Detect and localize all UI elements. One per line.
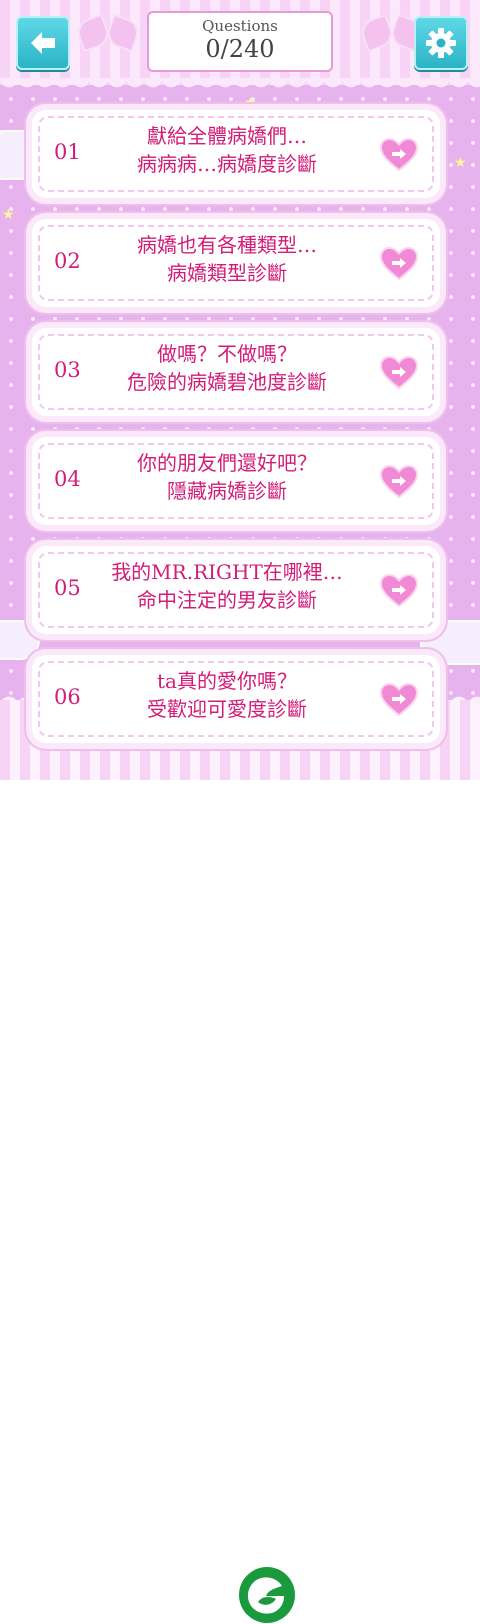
heart-arrow-icon[interactable]	[380, 138, 418, 172]
quiz-title-line1: 做嗎？不做嗎？	[157, 342, 297, 366]
counter-label: Questions	[202, 17, 278, 35]
quiz-number: 03	[54, 358, 81, 382]
quiz-title: 我的MR.RIGHT在哪裡… 命中注定的男友診斷	[92, 558, 362, 614]
quiz-title: ta真的愛你嗎？ 受歡迎可愛度診斷	[92, 667, 362, 723]
ribbon-bow-left	[78, 12, 138, 52]
heart-arrow-icon[interactable]	[380, 465, 418, 499]
quiz-card-01[interactable]: 01 獻給全體病嬌們… 病病病…病嬌度診斷	[32, 110, 440, 198]
quiz-title: 你的朋友們還好吧？ 隱藏病嬌診斷	[92, 449, 362, 505]
quiz-number: 05	[54, 576, 81, 600]
quiz-title-line2: 受歡迎可愛度診斷	[147, 697, 307, 721]
arrow-left-icon	[31, 32, 55, 54]
quiz-title-line1: 獻給全體病嬌們…	[147, 124, 307, 148]
heart-arrow-icon[interactable]	[380, 356, 418, 390]
quiz-card-03[interactable]: 03 做嗎？不做嗎？ 危險的病嬌碧池度診斷	[32, 328, 440, 416]
quiz-card-06[interactable]: 06 ta真的愛你嗎？ 受歡迎可愛度診斷	[32, 655, 440, 743]
quiz-title-line2: 隱藏病嬌診斷	[167, 479, 287, 503]
back-button[interactable]	[16, 16, 70, 70]
heart-arrow-icon[interactable]	[380, 574, 418, 608]
quiz-title-line2: 危險的病嬌碧池度診斷	[127, 370, 327, 394]
quiz-card-04[interactable]: 04 你的朋友們還好吧？ 隱藏病嬌診斷	[32, 437, 440, 525]
question-counter: Questions 0/240	[147, 11, 333, 72]
quiz-number: 06	[54, 685, 81, 709]
quiz-title: 獻給全體病嬌們… 病病病…病嬌度診斷	[92, 122, 362, 178]
quiz-title-line1: ta真的愛你嗎？	[157, 669, 297, 693]
quiz-title: 病嬌也有各種類型… 病嬌類型診斷	[92, 231, 362, 287]
background: ★ ★ ★ ☾ Questions 0/240	[0, 0, 480, 780]
footer	[0, 780, 480, 1623]
quiz-card-02[interactable]: 02 病嬌也有各種類型… 病嬌類型診斷	[32, 219, 440, 307]
top-lace-border	[0, 78, 480, 94]
star-icon: ★	[2, 207, 15, 223]
gear-icon	[426, 28, 456, 58]
quiz-number: 01	[54, 140, 81, 164]
star-icon: ★	[454, 155, 467, 171]
quiz-title-line2: 病病病…病嬌度診斷	[137, 152, 317, 176]
counter-value: 0/240	[205, 35, 275, 63]
quiz-number: 02	[54, 249, 81, 273]
leaf-g-logo	[239, 1567, 295, 1623]
quiz-title-line2: 命中注定的男友診斷	[137, 588, 317, 612]
quiz-title-line1: 病嬌也有各種類型…	[137, 233, 317, 257]
quiz-title-line1: 你的朋友們還好吧？	[137, 451, 317, 475]
heart-arrow-icon[interactable]	[380, 247, 418, 281]
settings-button[interactable]	[414, 16, 468, 70]
heart-arrow-icon[interactable]	[380, 683, 418, 717]
star-icon: ★	[244, 95, 257, 111]
quiz-title-line2: 病嬌類型診斷	[167, 261, 287, 285]
quiz-card-05[interactable]: 05 我的MR.RIGHT在哪裡… 命中注定的男友診斷	[32, 546, 440, 634]
quiz-number: 04	[54, 467, 81, 491]
ribbon-bow-right	[362, 12, 422, 52]
quiz-title: 做嗎？不做嗎？ 危險的病嬌碧池度診斷	[92, 340, 362, 396]
quiz-title-line1: 我的MR.RIGHT在哪裡…	[111, 560, 343, 584]
